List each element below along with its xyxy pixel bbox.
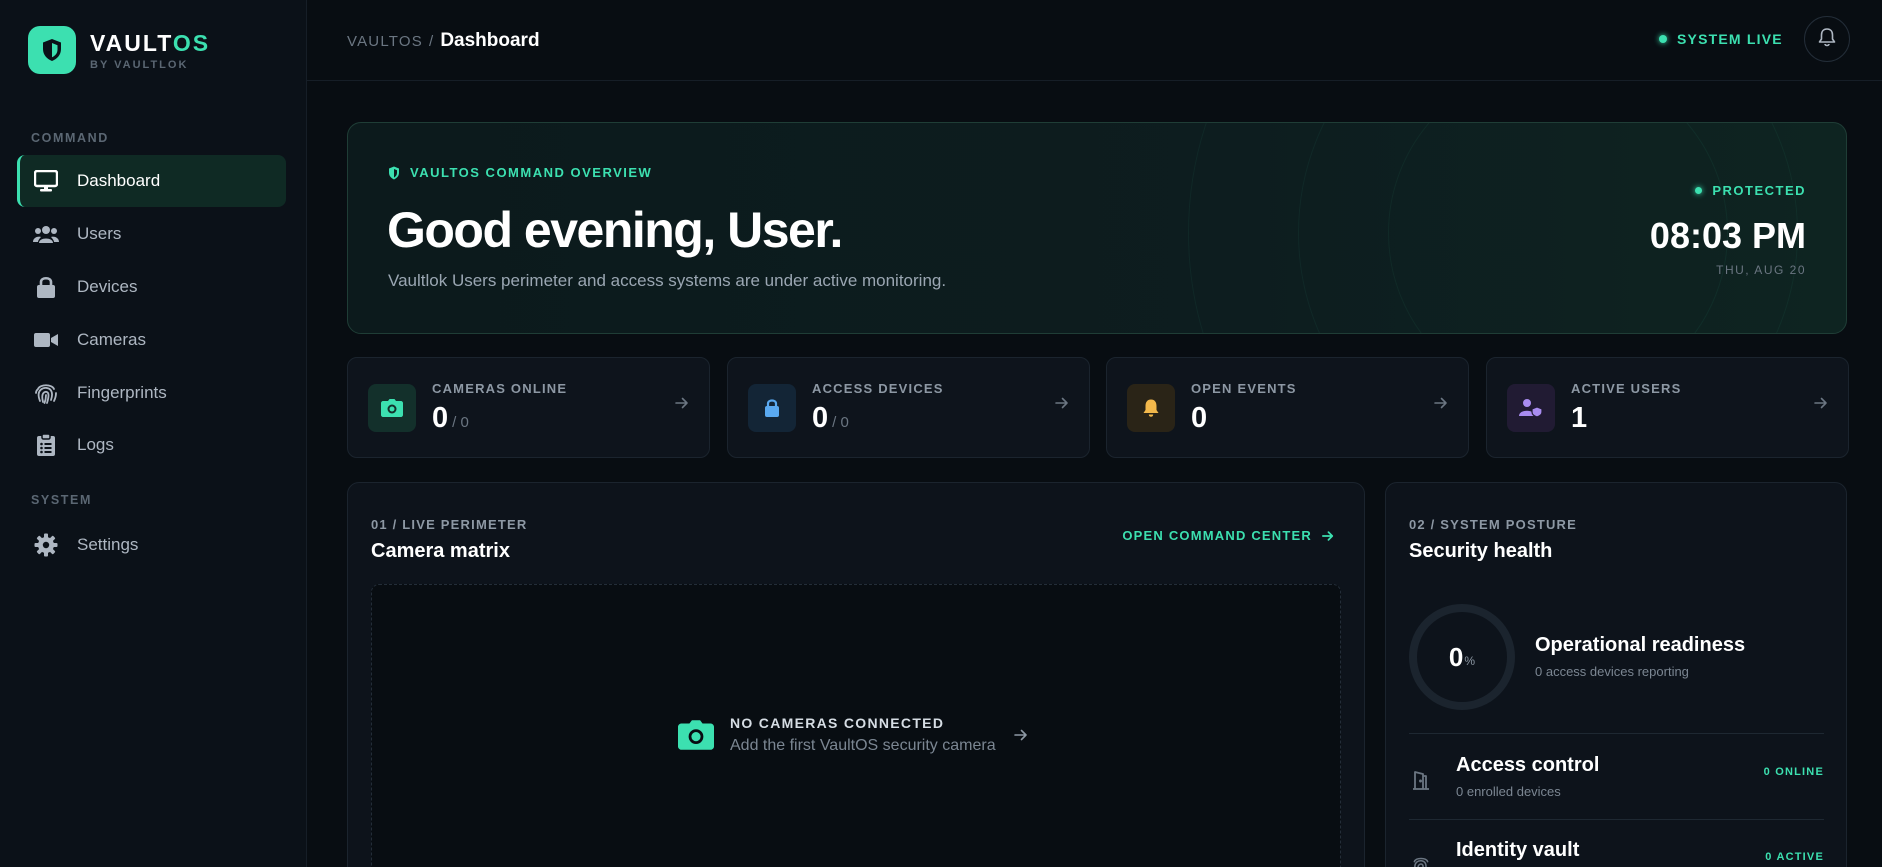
overview-kicker: VAULTOS COMMAND OVERVIEW (388, 165, 652, 180)
camera-matrix-panel: 01 / LIVE PERIMETER Camera matrix OPEN C… (347, 482, 1365, 867)
stat-label: ACCESS DEVICES (812, 381, 944, 396)
breadcrumb-separator: / (428, 33, 435, 50)
lock-icon (748, 384, 796, 432)
camera-grid-empty-state: NO CAMERAS CONNECTED Add the first Vault… (371, 584, 1341, 867)
camera-icon (368, 384, 416, 432)
arrow-right-icon (1814, 396, 1828, 415)
status-badge: 0 ONLINE (1763, 766, 1824, 778)
stat-card-active-users[interactable]: ACTIVE USERS 1 (1486, 357, 1849, 458)
sidebar-item-label: Cameras (77, 330, 146, 349)
health-row-subtitle: 0 enrolled devices (1456, 784, 1561, 799)
brand[interactable]: VAULTOS BY VAULTLOK (28, 26, 210, 74)
page-title: Dashboard (440, 30, 540, 51)
panel-title: Security health (1409, 540, 1553, 562)
security-health-panel: 02 / SYSTEM POSTURE Security health 0% O… (1385, 482, 1847, 867)
monitor-icon (32, 167, 60, 195)
breadcrumb: VAULTOS / Dashboard (347, 30, 540, 52)
sidebar-item-devices[interactable]: Devices (17, 261, 286, 313)
stat-value: 0/ 0 (812, 402, 849, 434)
sidebar-item-label: Fingerprints (77, 383, 167, 402)
brand-subtitle: BY VAULTLOK (90, 58, 189, 71)
health-row-title: Identity vault (1456, 839, 1580, 861)
greeting-description: Vaultlok Users perimeter and access syst… (388, 271, 947, 290)
shield-icon (388, 166, 400, 180)
stat-label: OPEN EVENTS (1191, 381, 1297, 396)
health-row-access-control[interactable]: Access control 0 enrolled devices 0 ONLI… (1409, 754, 1824, 814)
sidebar-item-logs[interactable]: Logs (17, 419, 286, 471)
arrow-right-icon (1322, 530, 1334, 542)
stat-card-access-devices[interactable]: ACCESS DEVICES 0/ 0 (727, 357, 1090, 458)
panel-kicker: 01 / LIVE PERIMETER (371, 517, 528, 532)
breadcrumb-root[interactable]: VAULTOS (347, 33, 423, 50)
empty-state-subtitle: Add the first VaultOS security camera (730, 737, 996, 754)
video-camera-icon (32, 326, 60, 354)
panel-kicker: 02 / SYSTEM POSTURE (1409, 517, 1578, 532)
status-dot (1695, 187, 1703, 194)
sidebar-item-label: Logs (77, 435, 114, 454)
fingerprint-icon (32, 379, 60, 407)
users-icon (32, 220, 60, 248)
sidebar-item-dashboard[interactable]: Dashboard (17, 155, 286, 207)
lock-icon (32, 273, 60, 301)
sidebar-item-label: Dashboard (77, 171, 161, 190)
sidebar-item-users[interactable]: Users (17, 208, 286, 260)
divider (1409, 819, 1824, 820)
panel-title: Camera matrix (371, 540, 510, 562)
command-overview-banner: VAULTOS COMMAND OVERVIEW Good evening, U… (347, 122, 1847, 334)
health-row-title: Access control (1456, 754, 1600, 776)
arrow-right-icon (1055, 396, 1069, 415)
camera-icon (678, 720, 714, 750)
fingerprint-icon (1409, 853, 1433, 867)
gauge-value: 0 (1448, 641, 1464, 672)
sidebar-item-label: Settings (77, 535, 139, 554)
sidebar-item-settings[interactable]: Settings (17, 519, 286, 571)
readiness-gauge: 0% (1409, 604, 1515, 710)
add-camera-prompt[interactable]: NO CAMERAS CONNECTED Add the first Vault… (678, 715, 1028, 755)
bell-icon (1818, 27, 1836, 52)
empty-state-title: NO CAMERAS CONNECTED (730, 715, 945, 731)
system-status-text: SYSTEM LIVE (1677, 31, 1783, 47)
system-status: SYSTEM LIVE (1659, 31, 1783, 47)
bell-icon (1127, 384, 1175, 432)
shield-icon (28, 26, 76, 74)
nav-section-system: SYSTEM (31, 493, 92, 507)
current-time: 08:03 PM (1649, 215, 1806, 256)
readiness-subtitle: 0 access devices reporting (1535, 664, 1689, 679)
stat-value: 0 (1191, 402, 1208, 434)
divider (1409, 733, 1824, 734)
sidebar-item-cameras[interactable]: Cameras (17, 314, 286, 366)
arrow-right-icon (675, 396, 689, 415)
user-shield-icon (1507, 384, 1555, 432)
sidebar-item-label: Devices (77, 277, 138, 296)
brand-name: VAULTOS (90, 29, 211, 56)
stat-card-cameras-online[interactable]: CAMERAS ONLINE 0/ 0 (347, 357, 710, 458)
stat-label: ACTIVE USERS (1571, 381, 1682, 396)
protection-status: PROTECTED (1695, 183, 1806, 198)
notifications-button[interactable] (1804, 16, 1850, 62)
gauge-unit: % (1464, 654, 1476, 668)
stat-value: 0/ 0 (432, 402, 469, 434)
status-badge: 0 ACTIVE (1765, 851, 1824, 863)
arrow-right-icon (1013, 728, 1028, 742)
clipboard-list-icon (32, 431, 60, 459)
current-date: THU, AUG 20 (1716, 263, 1806, 277)
nav-section-command: COMMAND (31, 131, 109, 145)
stat-value: 1 (1571, 402, 1588, 434)
readiness-title: Operational readiness (1535, 634, 1746, 656)
sidebar-item-label: Users (77, 224, 122, 243)
stat-card-open-events[interactable]: OPEN EVENTS 0 (1106, 357, 1469, 458)
top-bar: VAULTOS / Dashboard SYSTEM LIVE (307, 0, 1882, 81)
arrow-right-icon (1434, 396, 1448, 415)
greeting-heading: Good evening, User. (387, 202, 843, 258)
sidebar: VAULTOS BY VAULTLOK COMMAND Dashboard Us… (0, 0, 307, 867)
status-dot (1659, 35, 1667, 43)
sidebar-item-fingerprints[interactable]: Fingerprints (17, 367, 286, 419)
stat-label: CAMERAS ONLINE (432, 381, 568, 396)
open-command-center-link[interactable]: OPEN COMMAND CENTER (1122, 528, 1334, 543)
door-icon (1409, 768, 1433, 792)
gear-icon (32, 531, 60, 559)
health-row-identity-vault[interactable]: Identity vault 0 ACTIVE (1409, 839, 1824, 867)
